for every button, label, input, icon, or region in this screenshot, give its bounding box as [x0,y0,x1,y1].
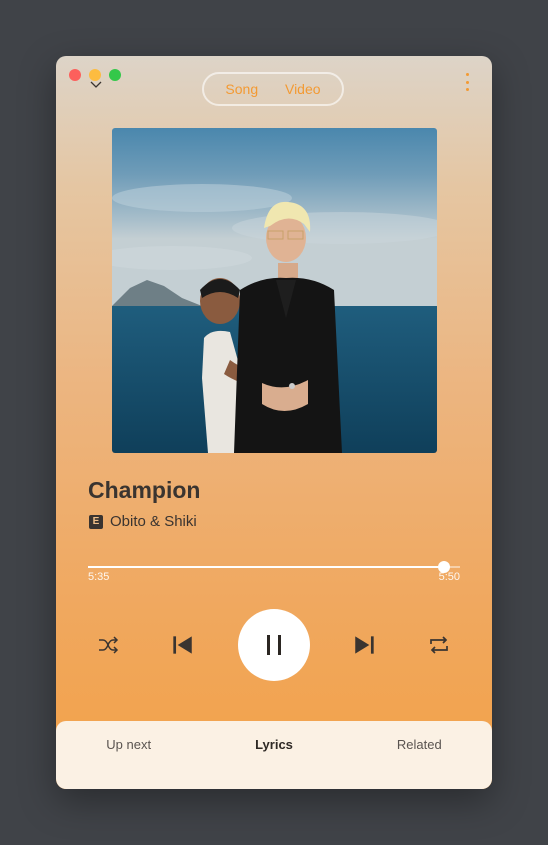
artist-name[interactable]: Obito & Shiki [110,513,197,530]
chevron-down-icon[interactable] [89,79,103,89]
bottom-tab-bar: Up next Lyrics Related [56,721,492,789]
pause-icon [267,635,281,655]
repeat-icon [430,636,448,654]
shuffle-button[interactable] [94,631,122,659]
track-title: Champion [88,477,201,503]
tab-related[interactable]: Related [347,737,492,752]
explicit-badge: E [89,514,103,529]
skip-next-icon [355,636,374,654]
next-button[interactable] [349,629,381,661]
zoom-window-button[interactable] [109,69,121,81]
total-duration: 5:50 [438,571,460,583]
repeat-button[interactable] [425,631,453,659]
music-player-window: Song Video Champion E Obito & Shiki 5:35… [56,56,492,789]
close-window-button[interactable] [69,69,81,81]
tab-song[interactable]: Song [225,81,258,97]
previous-button[interactable] [166,629,198,661]
progress-fill [88,566,444,568]
progress-slider[interactable] [88,559,460,575]
album-art [112,128,437,453]
skip-previous-icon [173,636,192,654]
shuffle-icon [99,636,119,654]
tab-up-next[interactable]: Up next [56,737,201,752]
artist-row: E Obito & Shiki [89,513,197,530]
play-pause-button[interactable] [238,609,310,681]
song-video-toggle: Song Video [202,72,344,106]
tab-video[interactable]: Video [285,81,321,97]
current-time: 5:35 [88,571,110,583]
tab-lyrics[interactable]: Lyrics [201,737,346,752]
more-vertical-icon[interactable] [464,73,470,91]
